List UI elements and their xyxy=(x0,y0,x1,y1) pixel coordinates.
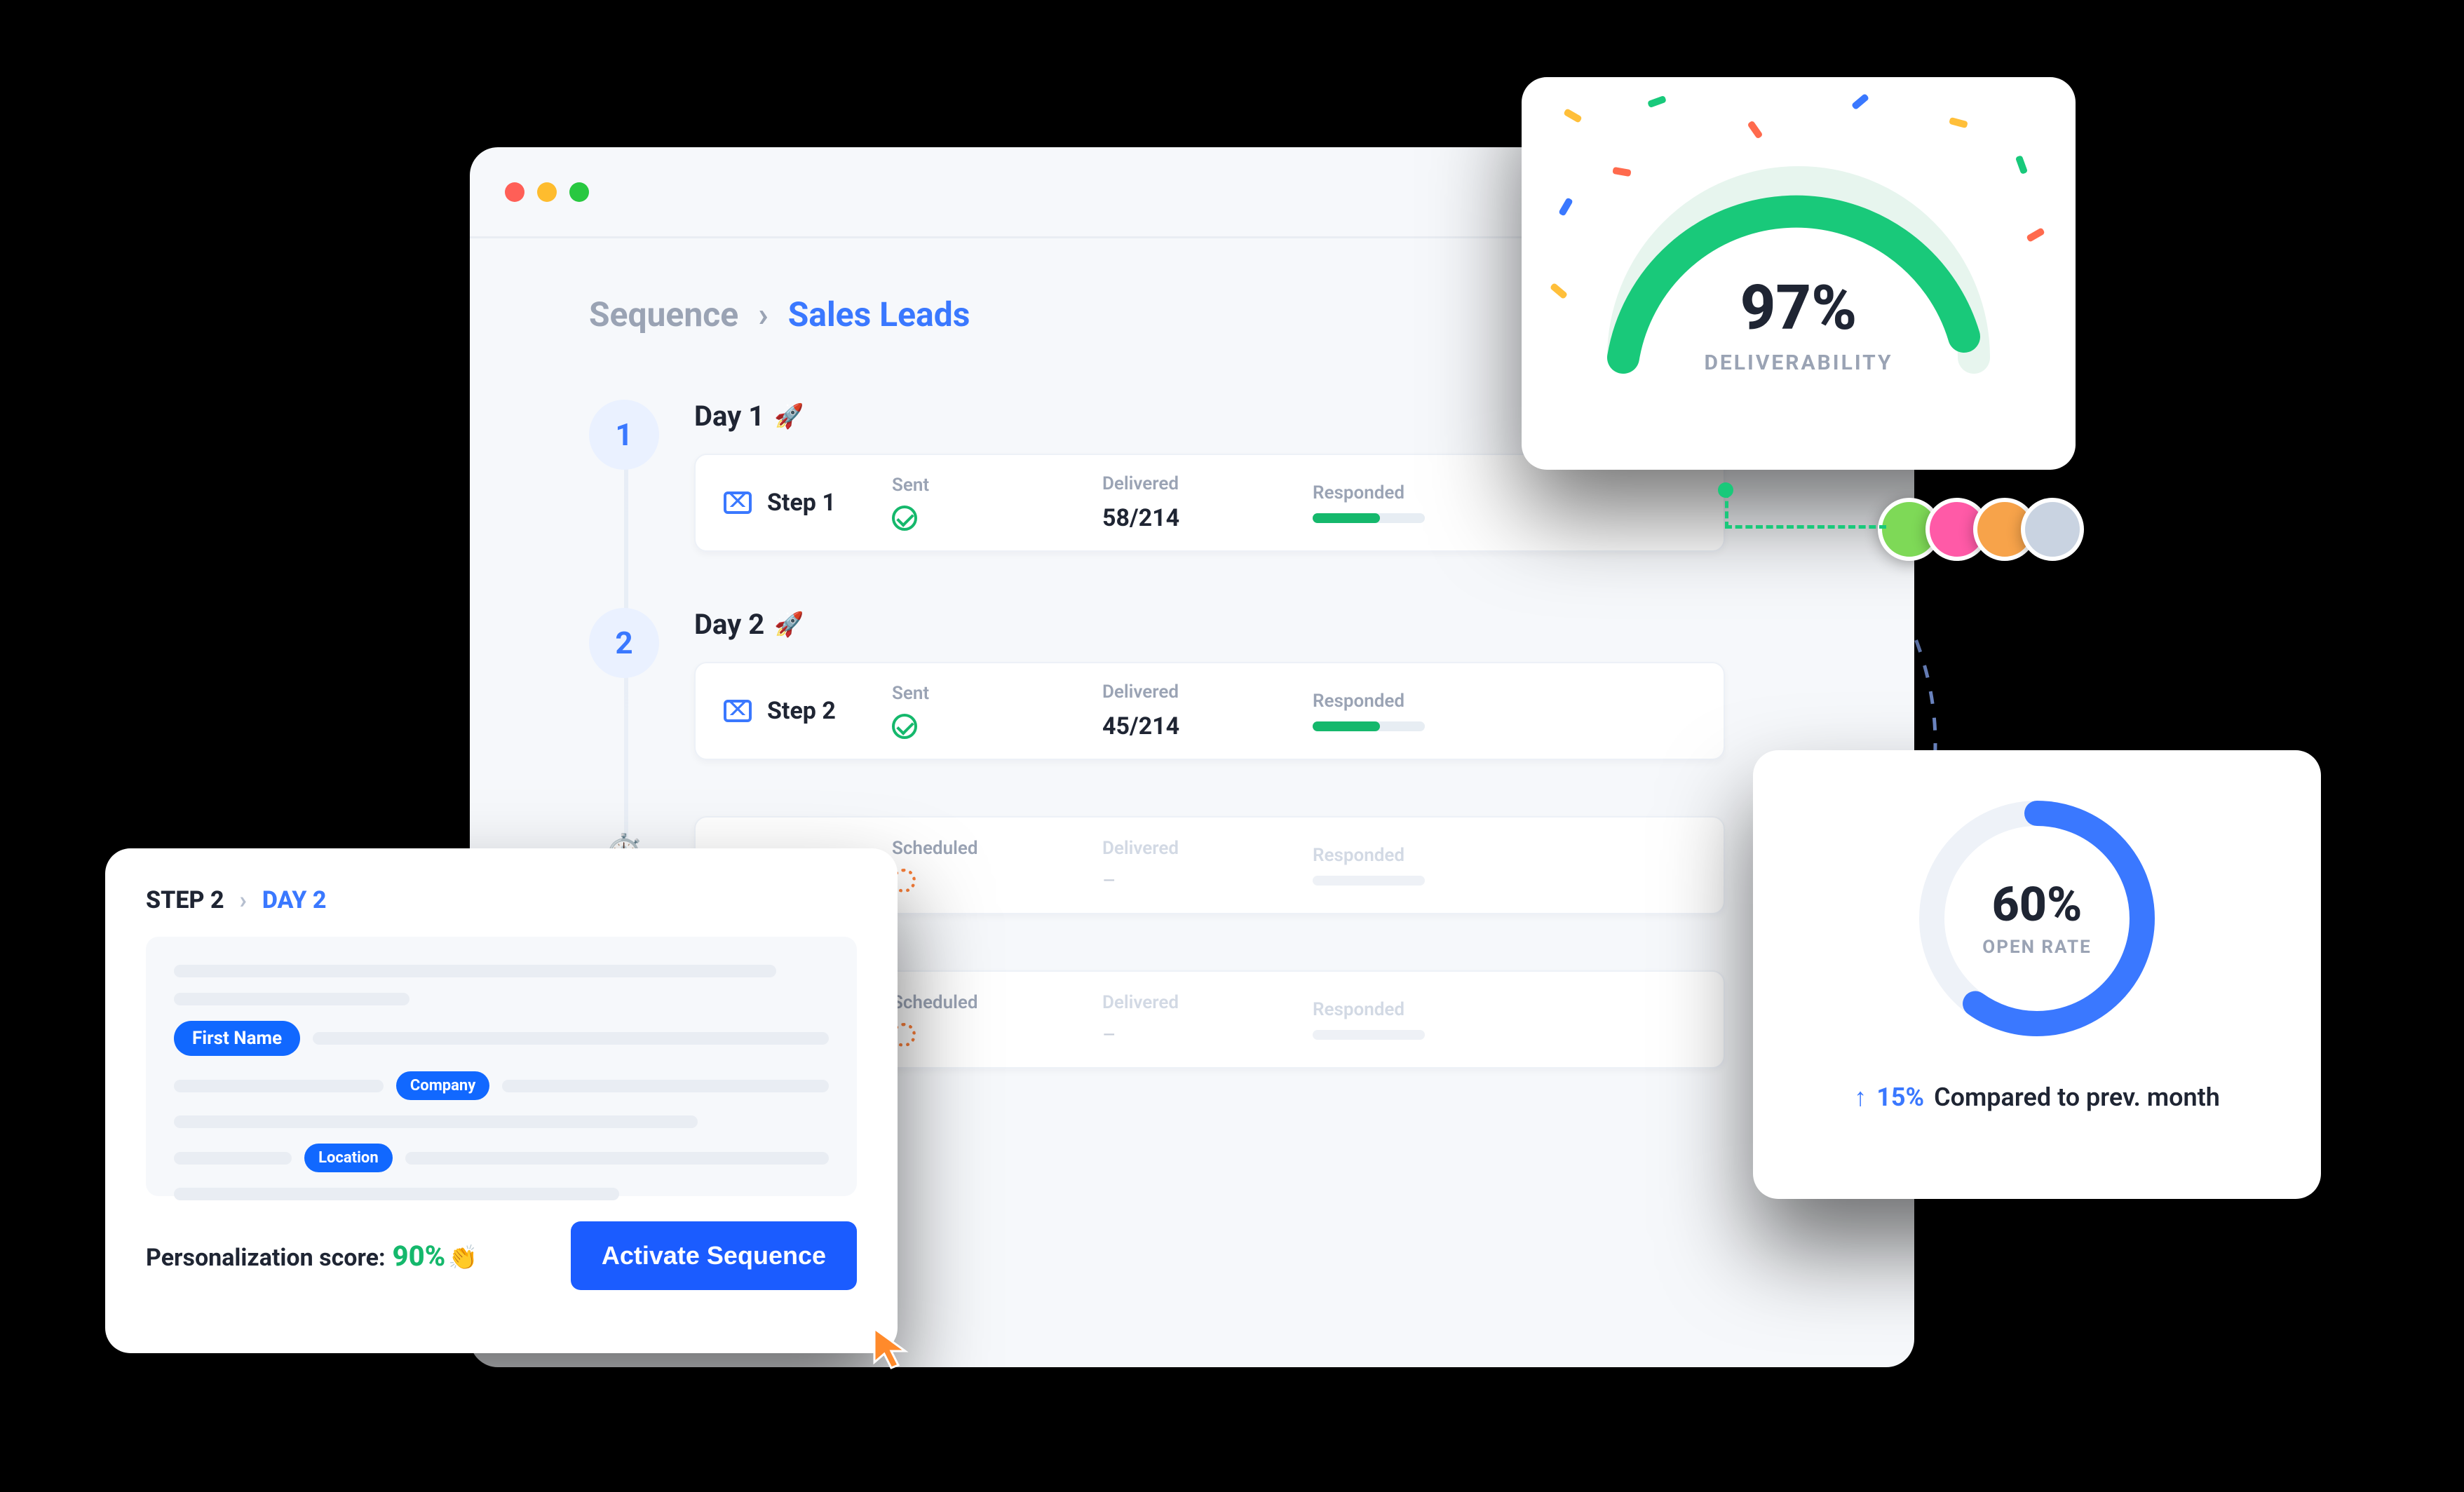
score-value: 90% xyxy=(393,1240,446,1273)
mail-icon xyxy=(724,491,752,514)
personalization-score: Personalization score: 90% 👏 xyxy=(146,1240,478,1273)
chevron-right-icon: › xyxy=(758,294,769,334)
variable-pill-company[interactable]: Company xyxy=(396,1071,489,1100)
text-line xyxy=(174,1188,619,1200)
text-line xyxy=(502,1080,829,1092)
day-title: Day 2 🚀 xyxy=(694,608,1907,641)
deliverability-card: 97% DELIVERABILITY xyxy=(1522,77,2076,470)
text-line xyxy=(174,965,776,977)
step-label: Step 1 xyxy=(767,489,836,517)
open-rate-delta: 15% xyxy=(1876,1083,1924,1112)
metric-delivered-label: Delivered xyxy=(1102,992,1313,1013)
open-rate-label: OPEN RATE xyxy=(1904,937,2170,958)
step-label: Step 2 xyxy=(767,697,836,725)
close-icon[interactable] xyxy=(505,182,524,202)
metric-sent-label: Sent xyxy=(892,475,1102,496)
metric-placeholder: – xyxy=(1102,1023,1313,1047)
variable-pill-first-name[interactable]: First Name xyxy=(174,1021,300,1056)
metric-delivered-label: Delivered xyxy=(1102,473,1313,494)
perso-crumb-current[interactable]: DAY 2 xyxy=(262,886,327,914)
metric-scheduled-label: Scheduled xyxy=(892,992,1102,1013)
metric-sent-label: Sent xyxy=(892,683,1102,704)
check-icon xyxy=(892,714,917,739)
breadcrumb-current[interactable]: Sales Leads xyxy=(788,294,970,334)
deliverability-gauge: 97% DELIVERABILITY xyxy=(1574,147,2023,386)
arrow-up-icon: ↑ xyxy=(1854,1083,1867,1112)
rocket-icon: 🚀 xyxy=(774,611,804,639)
maximize-icon[interactable] xyxy=(569,182,589,202)
metric-delivered-label: Delivered xyxy=(1102,838,1313,859)
cursor-icon xyxy=(870,1326,915,1371)
progress-bar xyxy=(1313,721,1425,731)
text-line xyxy=(174,1080,384,1092)
day-number: 1 xyxy=(589,400,659,470)
progress-bar xyxy=(1313,513,1425,523)
open-rate-donut: 60% OPEN RATE xyxy=(1904,785,2170,1052)
connector-dash-icon xyxy=(1725,491,1886,529)
metric-responded-label: Responded xyxy=(1313,691,1523,712)
variable-pill-location[interactable]: Location xyxy=(304,1144,393,1172)
perso-crumb-parent[interactable]: STEP 2 xyxy=(146,886,224,914)
chevron-right-icon: › xyxy=(240,886,247,914)
progress-bar-empty xyxy=(1313,876,1425,886)
mail-icon xyxy=(724,700,752,722)
metric-responded-label: Responded xyxy=(1313,482,1523,503)
text-line xyxy=(174,1115,698,1128)
metric-responded-label: Responded xyxy=(1313,845,1523,866)
day-title-text: Day 2 xyxy=(694,608,764,641)
open-rate-card: 60% OPEN RATE ↑ 15% Compared to prev. mo… xyxy=(1753,750,2321,1199)
open-rate-value: 60% xyxy=(1904,876,2170,932)
avatar-strip xyxy=(1893,498,2084,561)
open-rate-compare-text: Compared to prev. month xyxy=(1934,1083,2220,1112)
text-line xyxy=(174,993,409,1005)
metric-delivered-value: 58/214 xyxy=(1102,504,1313,532)
metric-scheduled-label: Scheduled xyxy=(892,838,1102,859)
text-line xyxy=(174,1152,292,1165)
deliverability-value: 97% xyxy=(1574,272,2023,344)
deliverability-label: DELIVERABILITY xyxy=(1574,351,2023,375)
text-line xyxy=(405,1152,829,1165)
email-editor-preview[interactable]: First Name Company Location xyxy=(146,937,857,1196)
metric-delivered-label: Delivered xyxy=(1102,681,1313,703)
personalization-breadcrumb: STEP 2 › DAY 2 xyxy=(146,886,857,914)
day-number: 2 xyxy=(589,608,659,678)
metric-responded-label: Responded xyxy=(1313,999,1523,1020)
metric-placeholder: – xyxy=(1102,869,1313,893)
breadcrumb-parent[interactable]: Sequence xyxy=(589,294,738,334)
day-block-2: 2 Day 2 🚀 Step 2 Sent Delivered 45/214 xyxy=(589,608,1907,760)
step-card-2[interactable]: Step 2 Sent Delivered 45/214 Responded xyxy=(694,662,1725,760)
minimize-icon[interactable] xyxy=(537,182,557,202)
personalization-card: STEP 2 › DAY 2 First Name Company Locati… xyxy=(105,848,898,1353)
day-title-text: Day 1 xyxy=(694,400,764,433)
check-icon xyxy=(892,506,917,531)
metric-delivered-value: 45/214 xyxy=(1102,712,1313,740)
score-label: Personalization score: xyxy=(146,1244,386,1272)
avatar[interactable] xyxy=(2021,498,2084,561)
progress-bar-empty xyxy=(1313,1030,1425,1040)
activate-sequence-button[interactable]: Activate Sequence xyxy=(571,1221,857,1290)
text-line xyxy=(313,1032,829,1045)
rocket-icon: 🚀 xyxy=(774,402,804,430)
open-rate-compare: ↑ 15% Compared to prev. month xyxy=(1854,1083,2220,1112)
clap-icon: 👏 xyxy=(448,1244,478,1272)
